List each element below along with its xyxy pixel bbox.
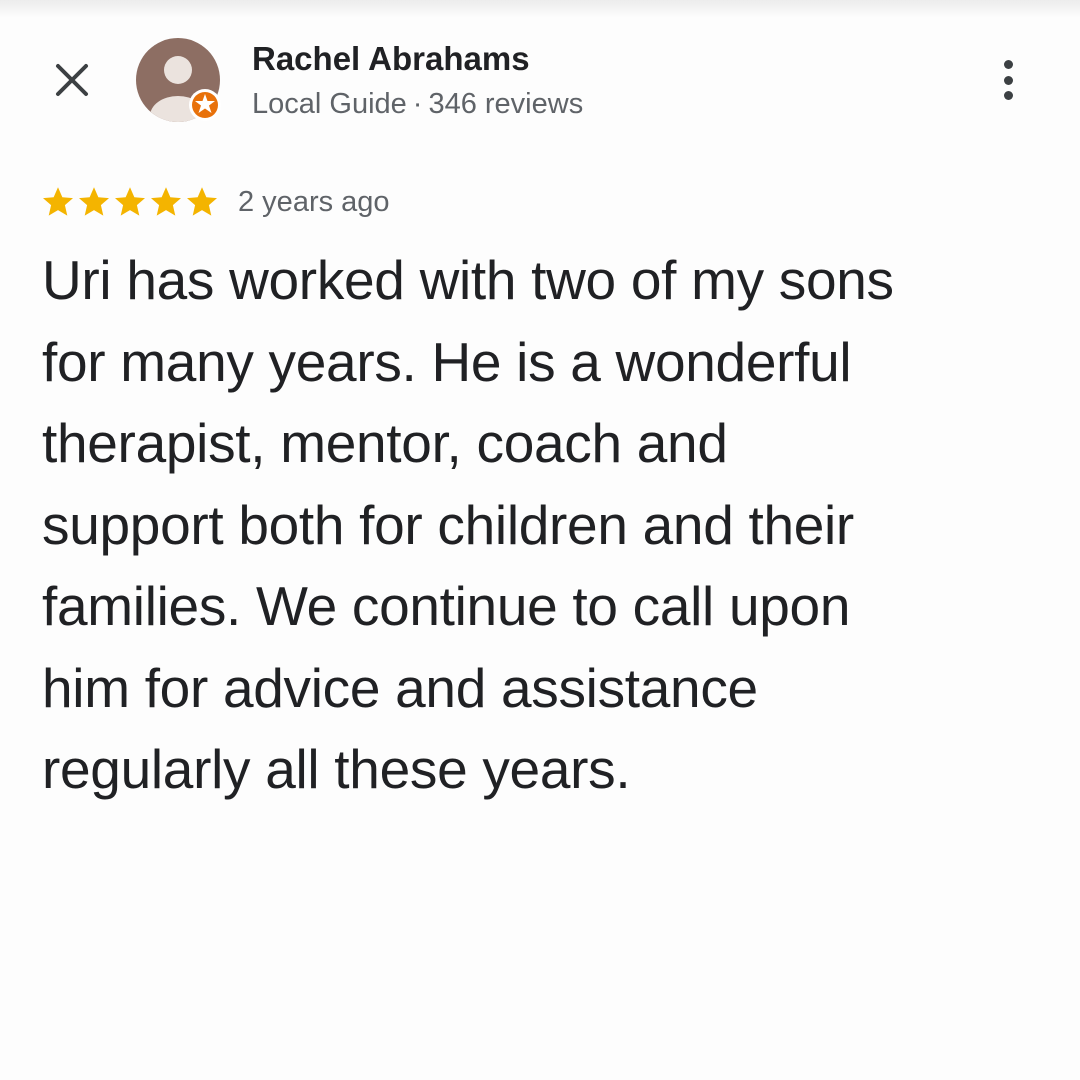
star-icon — [43, 187, 73, 216]
star-rating — [40, 184, 220, 220]
more-vertical-icon — [1003, 75, 1013, 85]
star-icon — [187, 187, 217, 216]
review-text-line: therapist, mentor, coach and — [42, 412, 728, 474]
review-text: Uri has worked with two of my sons for m… — [42, 240, 1042, 811]
author-meta: Local Guide · 346 reviews — [252, 88, 583, 121]
review-text-line: families. We continue to call upon — [42, 575, 851, 637]
more-options-button[interactable] — [986, 54, 1030, 106]
review-text-line: regularly all these years. — [42, 738, 631, 800]
more-vertical-icon — [1003, 91, 1013, 100]
author-role: Local Guide — [252, 88, 407, 120]
close-icon — [56, 64, 88, 96]
close-button[interactable] — [48, 56, 96, 104]
meta-separator: · — [412, 88, 423, 120]
avatar[interactable] — [136, 38, 221, 122]
rating-row: 2 years ago — [40, 182, 390, 222]
review-text-line: him for advice and assistance — [42, 656, 758, 719]
star-icon — [115, 187, 145, 216]
top-edge-shadow — [0, 0, 1080, 18]
review-text-line: Uri has worked with two of my sons — [42, 249, 894, 311]
local-guide-badge-icon — [189, 89, 221, 121]
review-screen: Rachel Abrahams Local Guide · 346 reviews … — [0, 0, 1080, 1080]
more-vertical-icon — [1003, 60, 1013, 69]
review-text-line: for many years. He is a wonderful — [42, 330, 852, 393]
review-text-line: support both for children and their — [42, 493, 854, 556]
author-name[interactable]: Rachel Abrahams — [252, 40, 530, 78]
star-icon — [151, 187, 181, 216]
review-count: 346 reviews — [428, 88, 584, 120]
review-date: 2 years ago — [238, 185, 390, 218]
star-icon — [79, 187, 109, 216]
